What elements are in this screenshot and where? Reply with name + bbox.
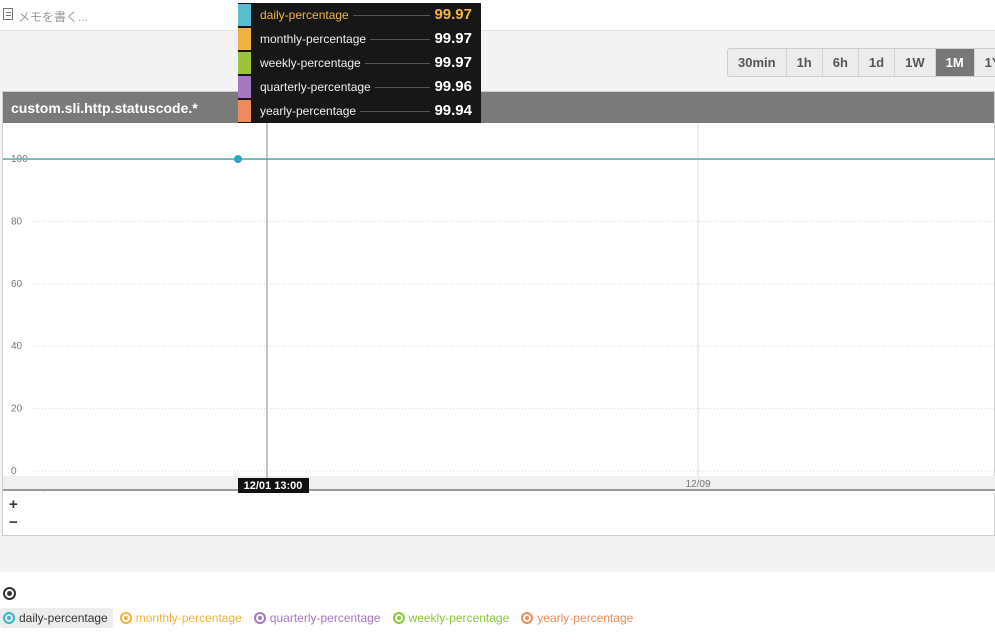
legend-dot-icon [521, 612, 534, 624]
tooltip-leader-line [374, 87, 431, 88]
series-swatch [238, 76, 251, 98]
tooltip-series-name: daily-percentage [260, 8, 349, 22]
range-button-6h[interactable]: 6h [822, 49, 859, 76]
legend-item-quarterly-percentage[interactable]: quarterly-percentage [251, 608, 386, 628]
tooltip-leader-line [360, 111, 431, 112]
legend-item-yearly-percentage[interactable]: yearly-percentage [518, 608, 638, 628]
legend-dot-icon [3, 612, 15, 624]
legend-toggle-icon[interactable] [3, 587, 16, 600]
y-tick-label: 40 [11, 341, 23, 352]
tooltip-series-name: monthly-percentage [260, 32, 367, 46]
range-button-1m[interactable]: 1M [935, 49, 975, 76]
range-button-1w[interactable]: 1W [895, 49, 936, 76]
tooltip-series-name: weekly-percentage [260, 56, 361, 70]
time-range-selector: 30min1h6h1d1W1M1Y [727, 48, 995, 77]
tooltip-value: 99.94 [434, 102, 472, 119]
tooltip-row: monthly-percentage 99.97 [238, 27, 481, 51]
tooltip-value: 99.96 [434, 78, 472, 95]
legend: daily-percentage monthly-percentage quarte… [0, 608, 642, 628]
graph-title: custom.sli.http.statuscode.* [11, 100, 198, 116]
hover-tooltip: daily-percentage 99.97 monthly-percentage 9… [238, 3, 481, 123]
x-axis-band [3, 476, 995, 490]
legend-label: quarterly-percentage [269, 611, 381, 625]
y-tick-label: 60 [11, 279, 23, 290]
legend-label: daily-percentage [19, 611, 108, 625]
tooltip-row: weekly-percentage 99.97 [238, 51, 481, 75]
y-tick-label: 0 [11, 466, 17, 477]
y-tick-label: 80 [11, 216, 23, 227]
legend-dot-icon [392, 612, 405, 624]
legend-dot-icon [119, 612, 132, 624]
navigator-area [43, 491, 995, 493]
graph-card: custom.sli.http.statuscode.* 0 20 40 60 80 10… [2, 91, 995, 536]
x-tick-label: 12/09 [685, 479, 710, 490]
range-button-1y[interactable]: 1Y [974, 49, 995, 76]
y-tick-label: 20 [11, 404, 23, 415]
series-swatch [238, 4, 251, 26]
legend-item-weekly-percentage[interactable]: weekly-percentage [390, 608, 515, 628]
graph-header: custom.sli.http.statuscode.* [3, 92, 994, 123]
series-swatch [238, 52, 251, 74]
tooltip-leader-line [352, 15, 431, 16]
crosshair-label: 12/01 13:00 [244, 480, 303, 492]
line-chart[interactable]: 02040608010012/0908091012/01 13:00 [3, 123, 995, 493]
tooltip-row: daily-percentage 99.97 [238, 3, 481, 27]
tooltip-value: 99.97 [434, 30, 472, 47]
legend-dot-icon [253, 612, 266, 624]
memo-input[interactable]: メモを書く... [18, 8, 88, 25]
tooltip-value: 99.97 [434, 54, 472, 71]
tooltip-series-name: yearly-percentage [260, 104, 357, 118]
zoom-out-button[interactable]: − [9, 514, 18, 532]
tooltip-value: 99.97 [434, 6, 472, 23]
tooltip-leader-line [370, 39, 431, 40]
legend-label: yearly-percentage [537, 611, 634, 625]
legend-item-monthly-percentage[interactable]: monthly-percentage [117, 608, 247, 628]
tooltip-leader-line [364, 63, 431, 64]
legend-label: monthly-percentage [135, 611, 242, 625]
zoom-in-button[interactable]: + [9, 496, 18, 514]
zoom-controls: + − [9, 496, 18, 532]
note-icon [3, 8, 13, 20]
series-swatch [238, 28, 251, 50]
legend-label: weekly-percentage [408, 611, 510, 625]
memo-bar[interactable]: メモを書く... [0, 0, 995, 31]
tooltip-row: quarterly-percentage 99.96 [238, 75, 481, 99]
series-swatch [238, 100, 251, 122]
tooltip-series-name: quarterly-percentage [260, 80, 371, 94]
range-button-30min[interactable]: 30min [728, 49, 787, 76]
range-button-1h[interactable]: 1h [786, 49, 823, 76]
hover-point [234, 155, 242, 164]
legend-item-daily-percentage[interactable]: daily-percentage [0, 608, 113, 628]
tooltip-row: yearly-percentage 99.94 [238, 99, 481, 123]
plot-area[interactable]: 02040608010012/0908091012/01 13:00 [3, 123, 995, 493]
range-button-1d[interactable]: 1d [858, 49, 896, 76]
